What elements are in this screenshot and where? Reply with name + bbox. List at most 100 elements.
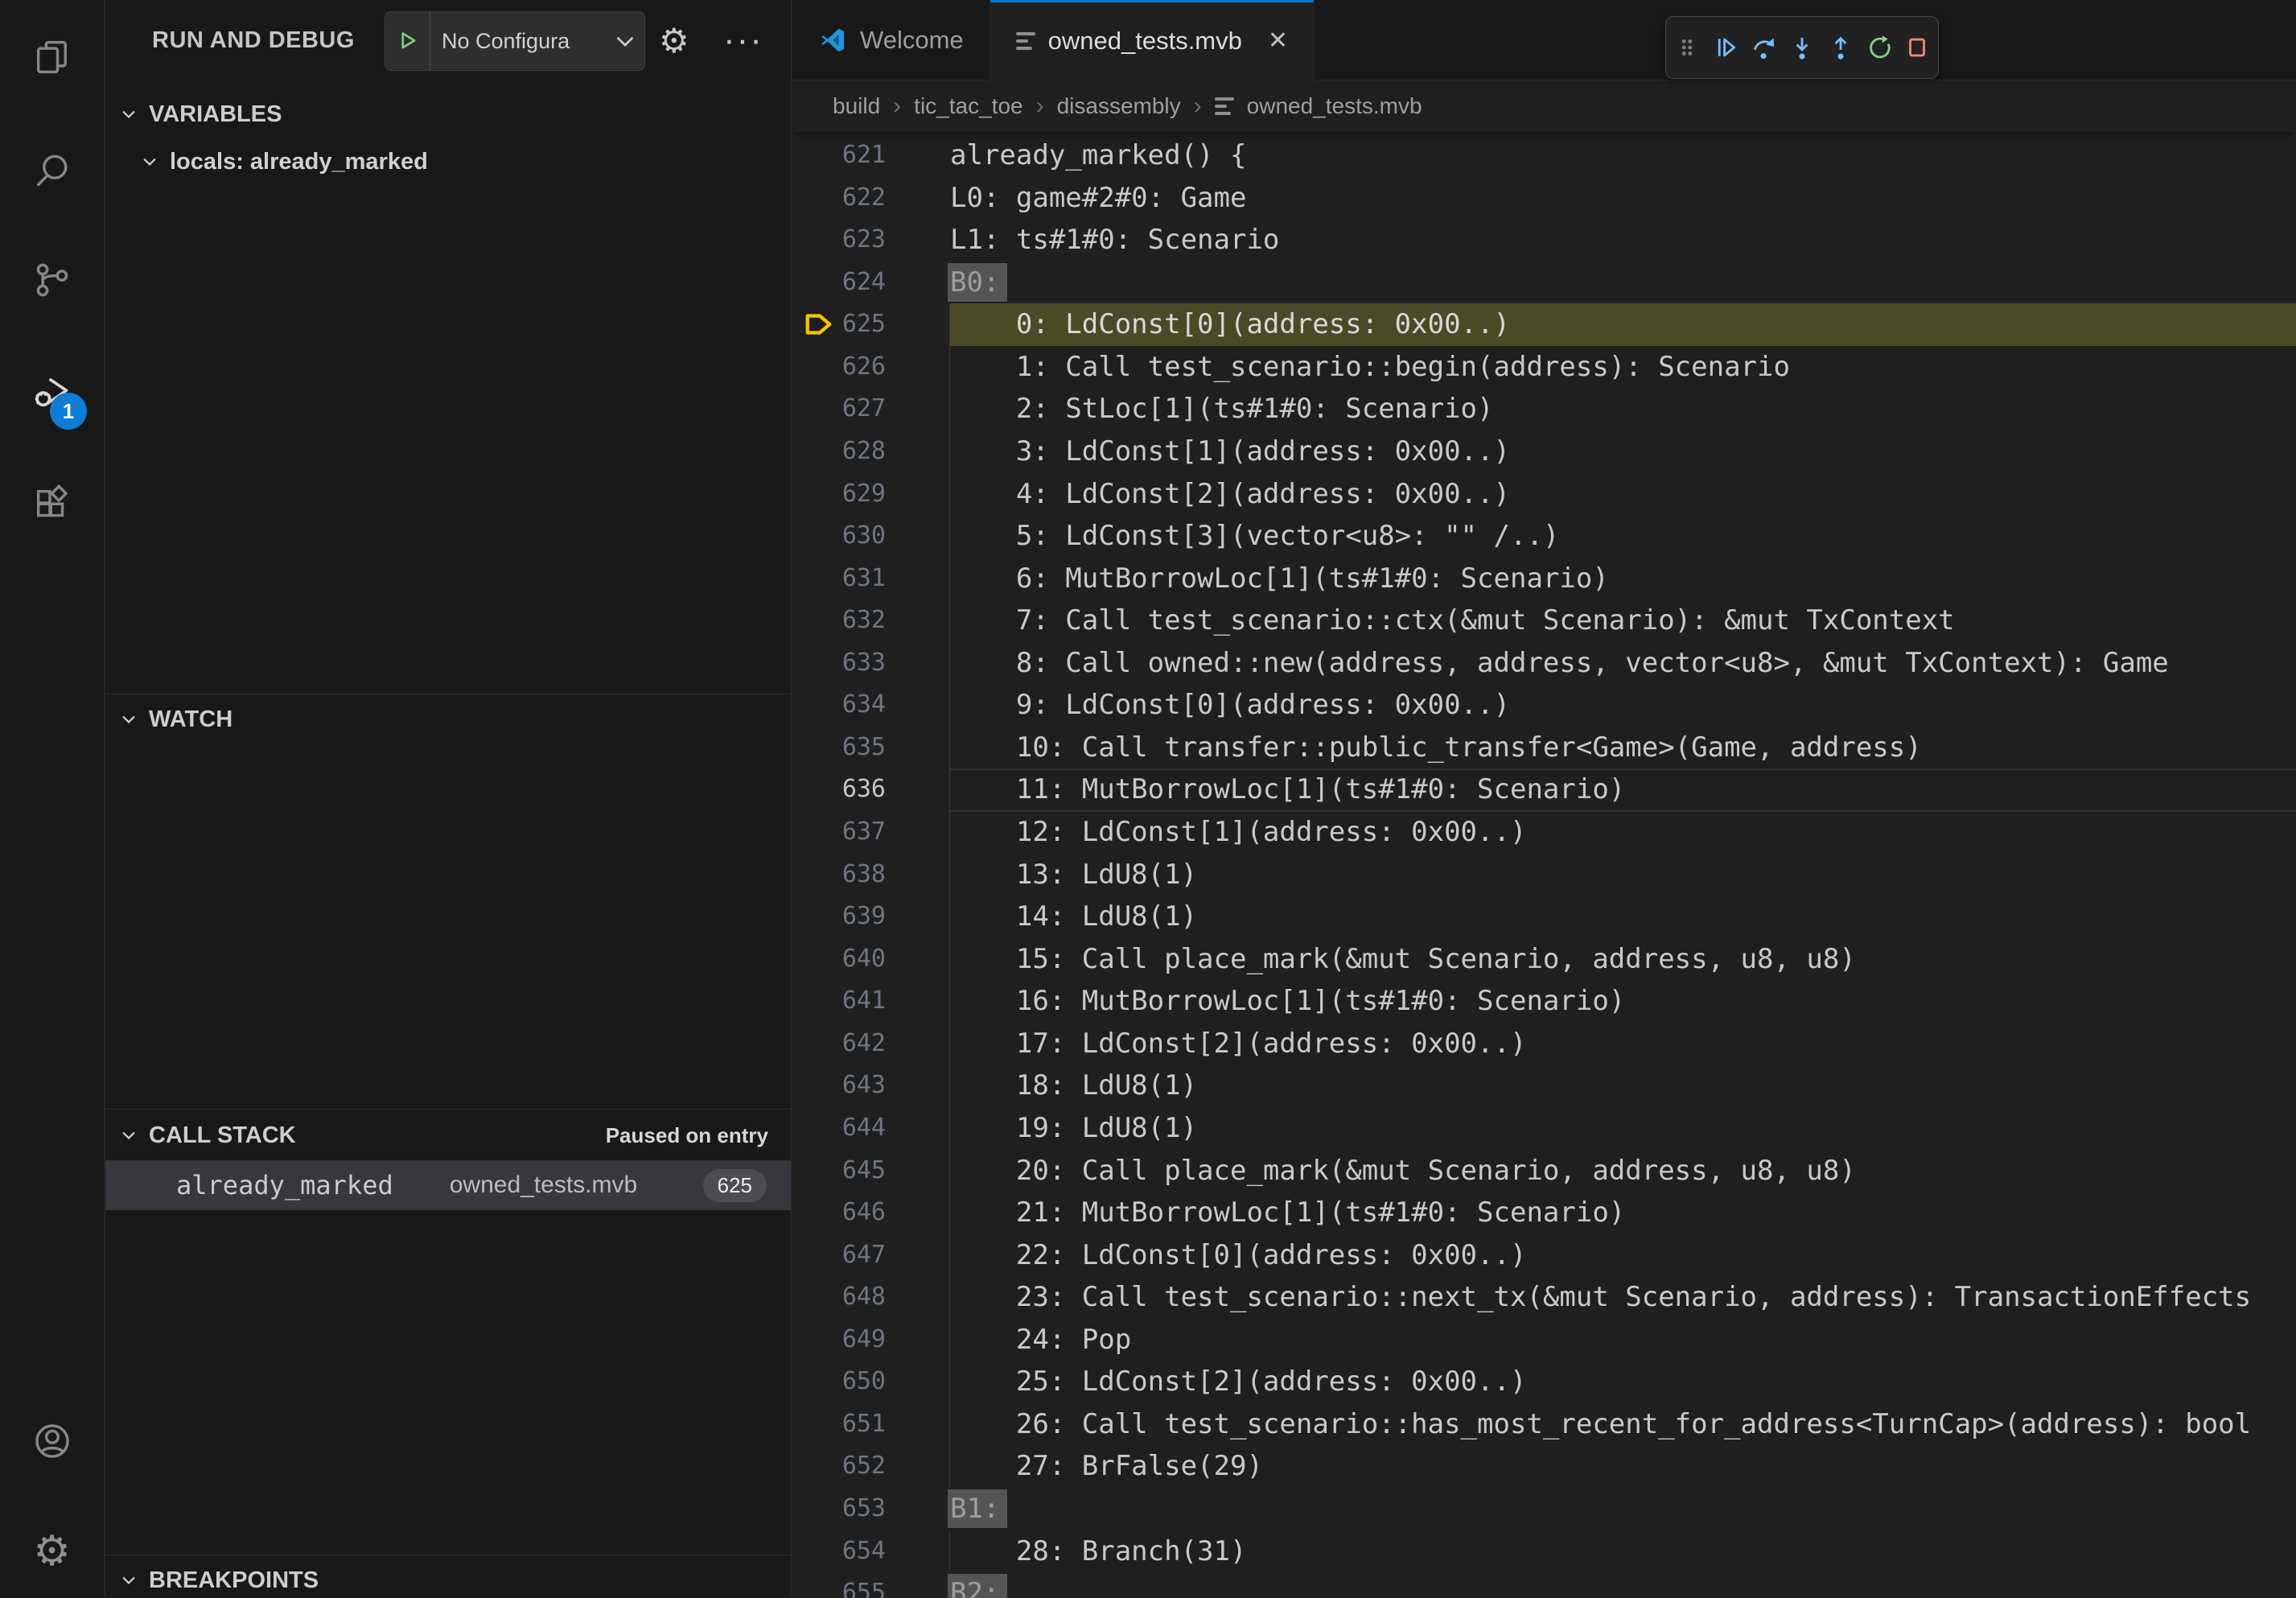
breadcrumb-item[interactable]: disassembly — [1057, 93, 1181, 119]
line-number[interactable]: 621 — [792, 134, 886, 177]
section-variables[interactable]: VARIABLES — [105, 93, 791, 135]
code-line-629[interactable]: 629 4: LdConst[2](address: 0x00..) — [792, 473, 2296, 516]
line-number[interactable]: 651 — [792, 1403, 886, 1446]
explorer-icon[interactable] — [28, 33, 76, 81]
stop-button[interactable] — [1899, 30, 1935, 65]
line-number[interactable]: 640 — [792, 938, 886, 981]
debug-settings-gear-icon[interactable]: ⚙ — [659, 0, 689, 80]
line-number[interactable]: 648 — [792, 1276, 886, 1319]
line-number[interactable]: 652 — [792, 1445, 886, 1488]
line-number[interactable]: 644 — [792, 1107, 886, 1150]
line-number[interactable]: 642 — [792, 1023, 886, 1065]
line-number[interactable]: 626 — [792, 346, 886, 389]
code-line-630[interactable]: 630 5: LdConst[3](vector<u8>: "" /..) — [792, 515, 2296, 558]
breadcrumb-item[interactable]: tic_tac_toe — [914, 93, 1023, 119]
code-line-632[interactable]: 632 7: Call test_scenario::ctx(&mut Scen… — [792, 599, 2296, 642]
code-line-640[interactable]: 640 15: Call place_mark(&mut Scenario, a… — [792, 938, 2296, 981]
section-breakpoints[interactable]: BREAKPOINTS — [105, 1563, 791, 1598]
code-line-654[interactable]: 654 28: Branch(31) — [792, 1530, 2296, 1573]
debug-config-control[interactable]: No Configura — [385, 11, 645, 71]
line-number[interactable]: 653 — [792, 1488, 886, 1530]
code-line-636[interactable]: 636 11: MutBorrowLoc[1](ts#1#0: Scenario… — [792, 768, 2296, 811]
line-number[interactable]: 646 — [792, 1192, 886, 1234]
tab-welcome[interactable]: Welcome — [792, 0, 990, 80]
line-number[interactable]: 622 — [792, 177, 886, 220]
config-dropdown-label[interactable]: No Configura — [430, 29, 614, 54]
code-line-637[interactable]: 637 12: LdConst[1](address: 0x00..) — [792, 811, 2296, 854]
code-line-628[interactable]: 628 3: LdConst[1](address: 0x00..) — [792, 430, 2296, 473]
code-line-650[interactable]: 650 25: LdConst[2](address: 0x00..) — [792, 1361, 2296, 1403]
line-number[interactable]: 633 — [792, 642, 886, 685]
code-line-621[interactable]: 621already_marked() { — [792, 134, 2296, 177]
step-out-button[interactable] — [1823, 30, 1858, 65]
code-line-627[interactable]: 627 2: StLoc[1](ts#1#0: Scenario) — [792, 388, 2296, 430]
drag-handle-icon[interactable] — [1669, 30, 1705, 65]
code-line-642[interactable]: 642 17: LdConst[2](address: 0x00..) — [792, 1023, 2296, 1065]
code-line-647[interactable]: 647 22: LdConst[0](address: 0x00..) — [792, 1234, 2296, 1277]
code-line-634[interactable]: 634 9: LdConst[0](address: 0x00..) — [792, 684, 2296, 727]
more-actions-icon[interactable]: ··· — [723, 0, 763, 80]
line-number[interactable]: 641 — [792, 980, 886, 1023]
line-number[interactable]: 647 — [792, 1234, 886, 1277]
line-number[interactable]: 639 — [792, 896, 886, 938]
line-number[interactable]: 624 — [792, 262, 886, 304]
line-number[interactable]: 638 — [792, 854, 886, 896]
code-line-624[interactable]: 624B0: — [792, 262, 2296, 304]
code-line-638[interactable]: 638 13: LdU8(1) — [792, 854, 2296, 896]
close-icon[interactable]: ✕ — [1268, 27, 1288, 55]
line-number[interactable]: 632 — [792, 599, 886, 642]
code-line-633[interactable]: 633 8: Call owned::new(address, address,… — [792, 642, 2296, 685]
start-debug-button[interactable] — [385, 12, 430, 70]
code-line-649[interactable]: 649 24: Pop — [792, 1319, 2296, 1361]
code-line-626[interactable]: 626 1: Call test_scenario::begin(address… — [792, 346, 2296, 389]
tab-owned-tests[interactable]: owned_tests.mvb ✕ — [990, 0, 1315, 81]
section-call-stack[interactable]: CALL STACK Paused on entry — [105, 1115, 791, 1155]
line-number[interactable]: 645 — [792, 1150, 886, 1192]
step-over-button[interactable] — [1746, 30, 1781, 65]
line-number[interactable]: 654 — [792, 1530, 886, 1573]
step-into-button[interactable] — [1784, 30, 1820, 65]
code-line-653[interactable]: 653B1: — [792, 1488, 2296, 1530]
code-line-625[interactable]: 625 0: LdConst[0](address: 0x00..) — [792, 303, 2296, 346]
variables-scope-locals[interactable]: locals: already_marked — [105, 138, 791, 185]
code-line-646[interactable]: 646 21: MutBorrowLoc[1](ts#1#0: Scenario… — [792, 1192, 2296, 1234]
call-stack-frame-row[interactable]: already_marked owned_tests.mvb 625 — [105, 1160, 791, 1210]
extensions-icon[interactable] — [28, 481, 76, 529]
line-number[interactable]: 637 — [792, 811, 886, 854]
code-line-641[interactable]: 641 16: MutBorrowLoc[1](ts#1#0: Scenario… — [792, 980, 2296, 1023]
line-number[interactable]: 649 — [792, 1319, 886, 1361]
code-line-635[interactable]: 635 10: Call transfer::public_transfer<G… — [792, 727, 2296, 769]
code-line-644[interactable]: 644 19: LdU8(1) — [792, 1107, 2296, 1150]
settings-gear-icon[interactable]: ⚙ — [28, 1527, 76, 1575]
line-number[interactable]: 635 — [792, 727, 886, 769]
section-watch[interactable]: WATCH — [105, 698, 791, 740]
line-number[interactable]: 636 — [792, 768, 886, 811]
line-number[interactable]: 628 — [792, 430, 886, 473]
line-number[interactable]: 643 — [792, 1065, 886, 1107]
line-number[interactable]: 629 — [792, 473, 886, 516]
code-line-639[interactable]: 639 14: LdU8(1) — [792, 896, 2296, 938]
search-icon[interactable] — [28, 146, 76, 194]
code-line-631[interactable]: 631 6: MutBorrowLoc[1](ts#1#0: Scenario) — [792, 558, 2296, 600]
line-number[interactable]: 655 — [792, 1572, 886, 1598]
breadcrumb-item[interactable]: build — [833, 93, 880, 119]
restart-button[interactable] — [1862, 30, 1897, 65]
source-control-icon[interactable] — [28, 256, 76, 304]
line-number[interactable]: 634 — [792, 684, 886, 727]
code-line-623[interactable]: 623L1: ts#1#0: Scenario — [792, 219, 2296, 262]
breadcrumb-item[interactable]: owned_tests.mvb — [1247, 93, 1422, 119]
line-number[interactable]: 650 — [792, 1361, 886, 1403]
code-line-645[interactable]: 645 20: Call place_mark(&mut Scenario, a… — [792, 1150, 2296, 1192]
continue-button[interactable] — [1708, 30, 1743, 65]
code-line-652[interactable]: 652 27: BrFalse(29) — [792, 1445, 2296, 1488]
code-line-655[interactable]: 655B2: — [792, 1572, 2296, 1598]
line-number[interactable]: 630 — [792, 515, 886, 558]
chevron-down-icon[interactable] — [614, 34, 644, 48]
code-line-648[interactable]: 648 23: Call test_scenario::next_tx(&mut… — [792, 1276, 2296, 1319]
line-number[interactable]: 627 — [792, 388, 886, 430]
line-number[interactable]: 631 — [792, 558, 886, 600]
accounts-icon[interactable] — [28, 1417, 76, 1465]
code-line-643[interactable]: 643 18: LdU8(1) — [792, 1065, 2296, 1107]
code-line-622[interactable]: 622L0: game#2#0: Game — [792, 177, 2296, 220]
code-line-651[interactable]: 651 26: Call test_scenario::has_most_rec… — [792, 1403, 2296, 1446]
